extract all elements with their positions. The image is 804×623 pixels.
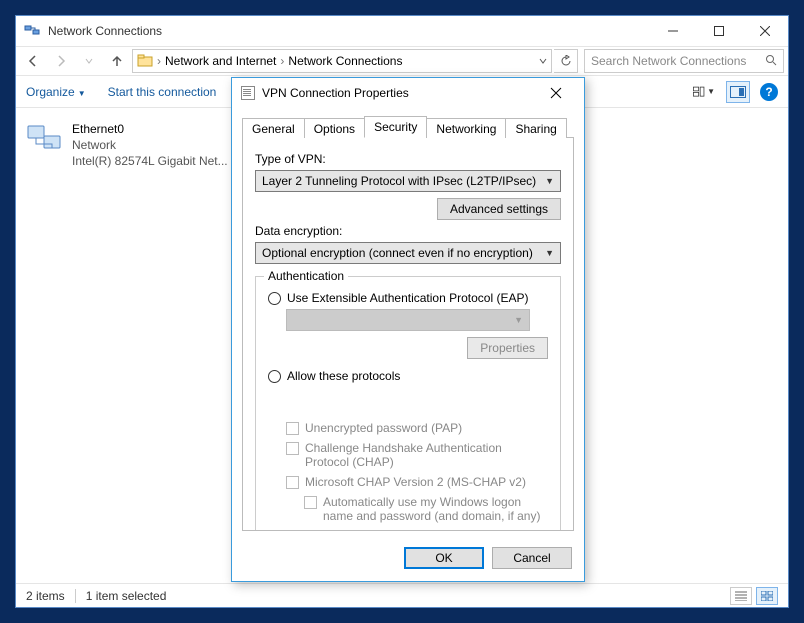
address-bar-row: › Network and Internet › Network Connect… [16,46,788,76]
checkbox-icon [286,442,299,455]
radio-eap[interactable]: Use Extensible Authentication Protocol (… [268,291,548,305]
vpn-type-label: Type of VPN: [255,152,561,166]
maximize-button[interactable] [696,16,742,46]
checkbox-mschap: Microsoft CHAP Version 2 (MS-CHAP v2) [286,475,548,489]
chevron-down-icon: ▼ [545,248,554,258]
tab-strip: General Options Security Networking Shar… [242,116,574,138]
eap-properties-button: Properties [467,337,548,359]
item-name: Ethernet0 [72,122,228,136]
tab-sharing[interactable]: Sharing [505,118,566,138]
cancel-button[interactable]: Cancel [492,547,572,569]
authentication-group: Authentication Use Extensible Authentica… [255,276,561,531]
view-layout-button[interactable]: ▼ [692,81,716,103]
status-selected-count: 1 item selected [86,589,167,603]
forward-button[interactable] [48,49,74,73]
group-legend: Authentication [264,269,348,283]
dialog-titlebar[interactable]: VPN Connection Properties [232,78,584,108]
back-button[interactable] [20,49,46,73]
checkbox-pap: Unencrypted password (PAP) [286,421,548,435]
recent-dropdown[interactable] [76,49,102,73]
start-connection-button[interactable]: Start this connection [108,85,217,99]
tab-security[interactable]: Security [364,116,427,138]
titlebar[interactable]: Network Connections [16,16,788,46]
checkbox-icon [304,496,317,509]
status-bar: 2 items 1 item selected [16,583,788,607]
window-title: Network Connections [48,24,162,38]
details-view-button[interactable] [730,587,752,605]
breadcrumb-part[interactable]: Network and Internet [165,54,276,68]
network-adapter-icon [26,122,64,159]
dialog-close-button[interactable] [536,79,576,107]
radio-icon [268,292,281,305]
properties-dialog: VPN Connection Properties General Option… [231,77,585,582]
minimize-button[interactable] [650,16,696,46]
advanced-settings-button[interactable]: Advanced settings [437,198,561,220]
breadcrumb-part[interactable]: Network Connections [288,54,402,68]
path-root-icon [137,54,153,68]
tab-page-security: Type of VPN: Layer 2 Tunneling Protocol … [242,138,574,531]
tab-options[interactable]: Options [304,118,365,138]
list-item[interactable]: Ethernet0 Network Intel(R) 82574L Gigabi… [22,118,262,172]
status-item-count: 2 items [26,589,65,603]
encryption-label: Data encryption: [255,224,561,238]
preview-pane-button[interactable] [726,81,750,103]
checkbox-icon [286,476,299,489]
tab-general[interactable]: General [242,118,305,138]
checkbox-auto-logon: Automatically use my Windows logon name … [286,495,548,523]
chevron-down-icon: ▼ [545,176,554,186]
eap-method-select: ▼ [286,309,530,331]
search-placeholder: Search Network Connections [591,54,746,68]
close-button[interactable] [742,16,788,46]
address-dropdown[interactable] [539,54,547,68]
chevron-right-icon[interactable]: › [280,54,284,68]
properties-icon [240,85,256,101]
vpn-type-select[interactable]: Layer 2 Tunneling Protocol with IPsec (L… [255,170,561,192]
item-device: Intel(R) 82574L Gigabit Net... [72,154,228,168]
network-connections-icon [24,24,40,38]
encryption-select[interactable]: Optional encryption (connect even if no … [255,242,561,264]
tab-networking[interactable]: Networking [426,118,506,138]
up-button[interactable] [104,49,130,73]
item-status: Network [72,138,228,152]
radio-icon [268,370,281,383]
dialog-title: VPN Connection Properties [262,86,409,100]
checkbox-chap: Challenge Handshake Authentication Proto… [286,441,548,469]
checkbox-icon [286,422,299,435]
tiles-view-button[interactable] [756,587,778,605]
ok-button[interactable]: OK [404,547,484,569]
refresh-button[interactable] [554,49,578,73]
search-icon [765,54,777,69]
chevron-right-icon[interactable]: › [157,54,161,68]
help-button[interactable]: ? [760,83,778,101]
search-input[interactable]: Search Network Connections [584,49,784,73]
organize-menu[interactable]: Organize▼ [26,85,86,99]
radio-allow-protocols[interactable]: Allow these protocols [268,369,548,383]
address-bar[interactable]: › Network and Internet › Network Connect… [132,49,552,73]
